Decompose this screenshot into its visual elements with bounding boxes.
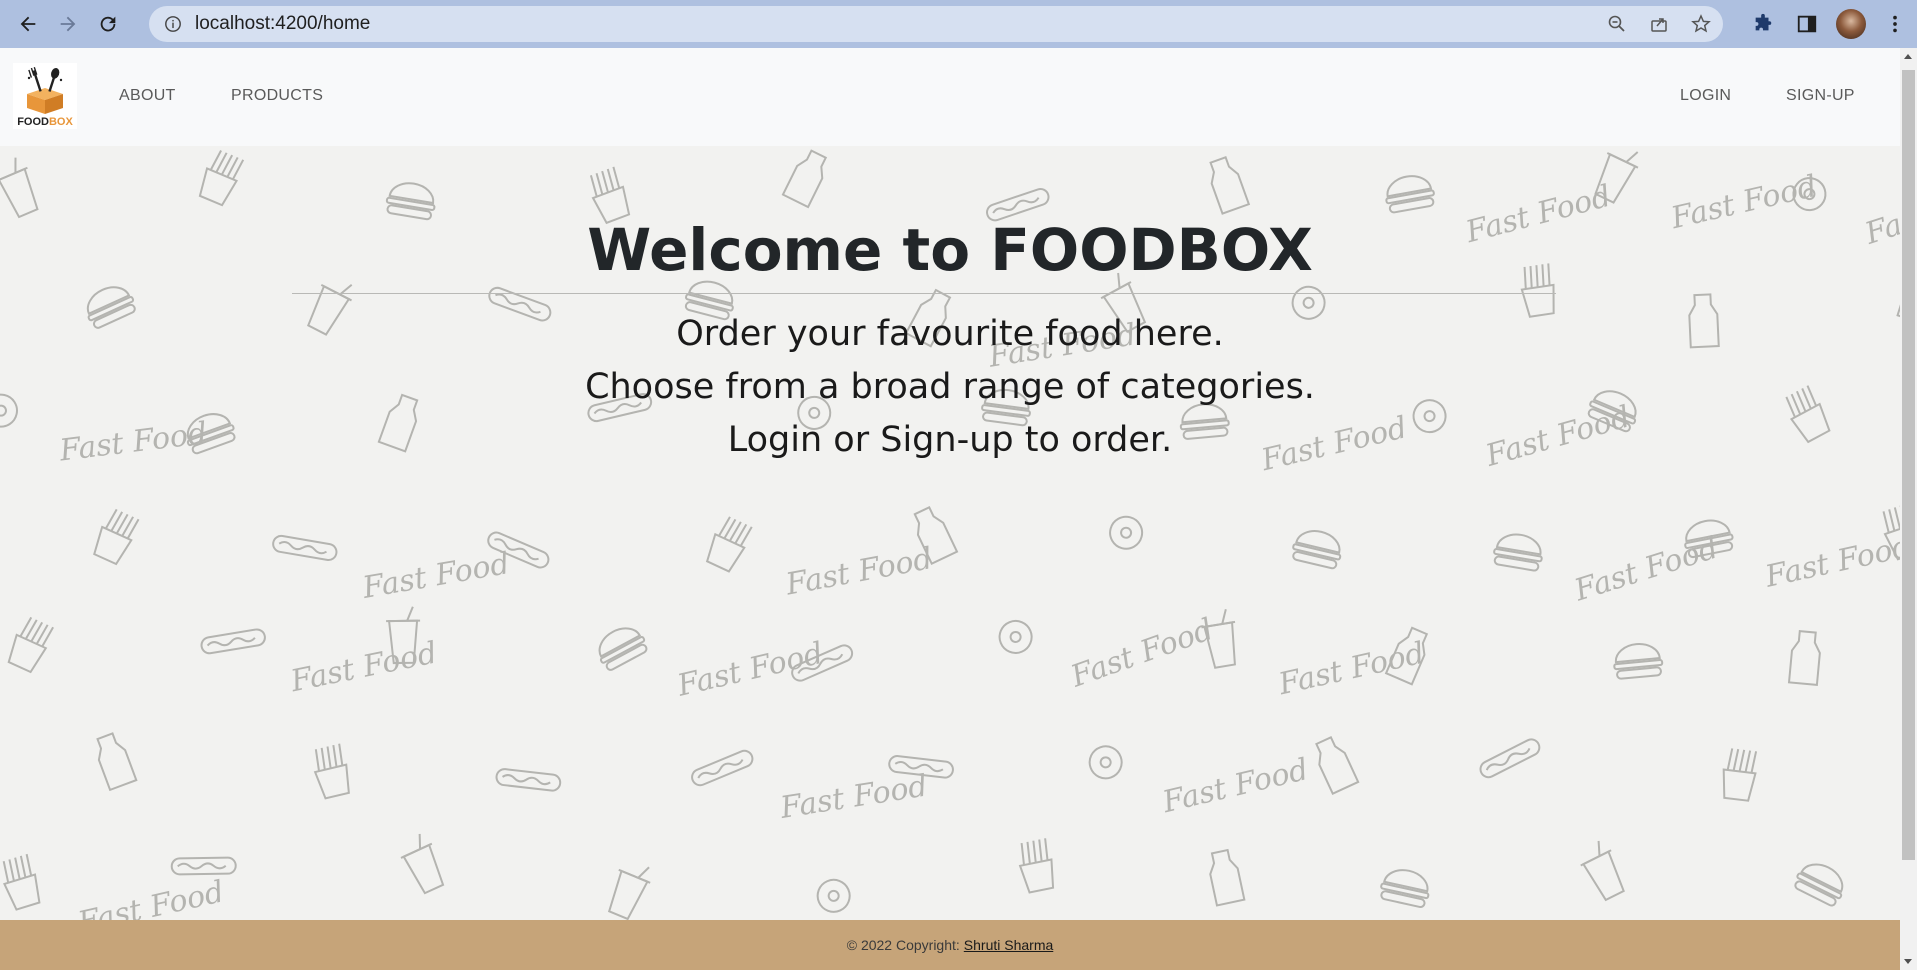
side-panel-icon bbox=[1797, 15, 1817, 33]
address-bar[interactable]: localhost:4200/home bbox=[149, 6, 1723, 42]
food-box-logo-icon bbox=[27, 66, 63, 114]
forward-button[interactable] bbox=[48, 4, 88, 44]
profile-button[interactable] bbox=[1829, 0, 1873, 48]
browser-toolbar: localhost:4200/home bbox=[0, 0, 1917, 48]
hero-line-2: Choose from a broad range of categories. bbox=[585, 367, 1315, 407]
nav-link-products[interactable]: PRODUCTS bbox=[231, 87, 323, 105]
svg-text:Fast Food: Fast Food bbox=[673, 636, 826, 704]
nav-link-signup[interactable]: SIGN-UP bbox=[1786, 87, 1855, 105]
scrollbar-thumb[interactable] bbox=[1902, 70, 1915, 860]
svg-text:Fast Food: Fast Food bbox=[359, 546, 512, 606]
svg-text:Fast Food: Fast Food bbox=[287, 635, 440, 699]
arrow-right-icon bbox=[60, 16, 76, 32]
reload-button[interactable] bbox=[88, 4, 128, 44]
browser-menu-button[interactable] bbox=[1873, 0, 1917, 48]
extensions-button[interactable] bbox=[1741, 0, 1785, 48]
url-text[interactable]: localhost:4200/home bbox=[195, 13, 370, 35]
svg-text:Fast Food: Fast Food bbox=[1158, 752, 1311, 820]
copyright-text: © 2022 Copyright: bbox=[846, 937, 960, 953]
svg-text:Fast Food: Fast Food bbox=[1761, 529, 1900, 595]
puzzle-icon bbox=[1755, 13, 1772, 31]
site-navbar: FOODBOX ABOUT PRODUCTS LOGIN SIGN-UP bbox=[0, 48, 1900, 146]
arrow-left-icon bbox=[20, 16, 36, 32]
reload-icon bbox=[100, 16, 116, 32]
zoom-out-icon[interactable] bbox=[1607, 14, 1627, 34]
hero-section: Fast Food Fast Food Fast Food Fast Food Fast… bbox=[0, 146, 1900, 920]
svg-text:Fast Food: Fast Food bbox=[782, 541, 935, 603]
hero-line-3: Login or Sign-up to order. bbox=[727, 420, 1173, 460]
avatar bbox=[1836, 9, 1866, 39]
kebab-menu-icon bbox=[1893, 15, 1897, 33]
logo-wordmark: FOODBOX bbox=[17, 116, 73, 128]
scroll-down-arrow-icon[interactable] bbox=[1904, 959, 1912, 964]
side-panel-button[interactable] bbox=[1785, 0, 1829, 48]
svg-text:Fast Food: Fast Food bbox=[777, 769, 930, 827]
scroll-up-arrow-icon[interactable] bbox=[1904, 54, 1912, 59]
svg-text:Fast Food: Fast Food bbox=[1066, 612, 1218, 695]
share-icon[interactable] bbox=[1649, 14, 1669, 34]
foodbox-logo[interactable]: FOODBOX bbox=[13, 63, 77, 129]
svg-text:Fast Food: Fast Food bbox=[1275, 636, 1428, 703]
title-divider bbox=[292, 293, 1556, 294]
svg-text:Fast Food: Fast Food bbox=[74, 874, 227, 920]
info-icon[interactable] bbox=[163, 14, 183, 34]
star-icon[interactable] bbox=[1691, 14, 1711, 34]
page-title: Welcome to FOODBOX bbox=[587, 216, 1313, 284]
hero-line-1: Order your favourite food here. bbox=[676, 314, 1224, 354]
back-button[interactable] bbox=[8, 4, 48, 44]
nav-link-login[interactable]: LOGIN bbox=[1680, 87, 1731, 105]
page-viewport: FOODBOX ABOUT PRODUCTS LOGIN SIGN-UP Fas… bbox=[0, 48, 1900, 970]
page-scrollbar[interactable] bbox=[1900, 48, 1917, 970]
author-link[interactable]: Shruti Sharma bbox=[964, 937, 1053, 953]
svg-text:Fast Food: Fast Food bbox=[1570, 530, 1723, 608]
site-footer: © 2022 Copyright: Shruti Sharma bbox=[0, 920, 1900, 970]
nav-link-about[interactable]: ABOUT bbox=[119, 87, 176, 105]
